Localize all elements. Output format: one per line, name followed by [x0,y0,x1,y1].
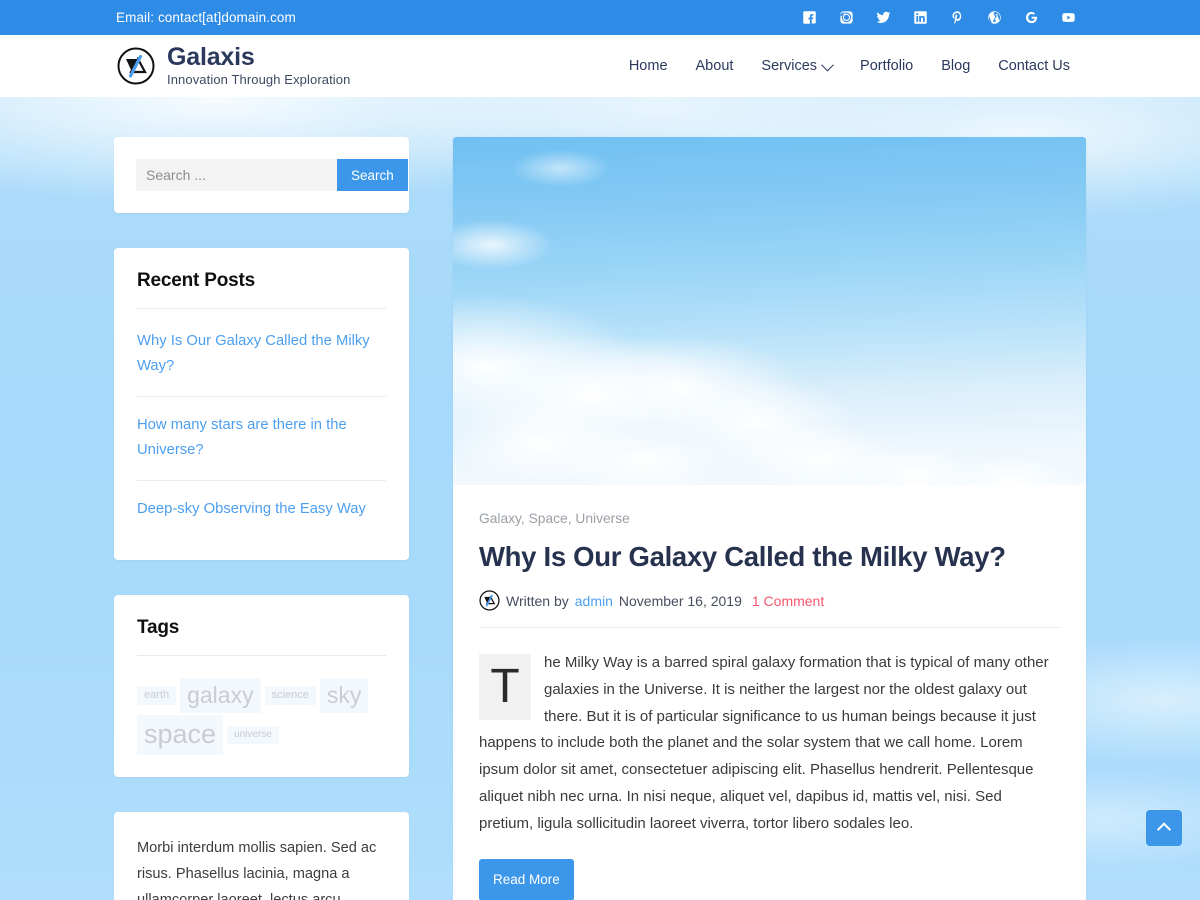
post-meta: Written by admin November 16, 2019 1 Com… [479,590,1060,628]
recent-post-link-1[interactable]: Why Is Our Galaxy Called the Milky Way? [137,313,386,396]
nav-item-contact-us: Contact Us [984,35,1084,97]
youtube-icon[interactable] [1061,10,1076,25]
recent-post-link-3[interactable]: Deep-sky Observing the Easy Way [137,481,386,538]
recent-posts-widget: Recent Posts Why Is Our Galaxy Called th… [114,248,409,560]
search-widget: Search [114,137,409,213]
search-button[interactable]: Search [337,159,408,191]
contact-email: Email: contact[at]domain.com [116,10,296,25]
search-form: Search [136,159,387,191]
recent-posts-title: Recent Posts [137,270,386,309]
nav-label-services: Services [761,35,817,97]
primary-content: Galaxy, Space, Universe Why Is Our Galax… [453,137,1086,900]
read-more-button[interactable]: Read More [479,859,574,900]
galaxis-avatar-icon [479,590,500,611]
twitter-icon[interactable] [876,10,891,25]
tag-cloud: earth galaxy science sky space universe [137,660,386,755]
text-widget: Morbi interdum mollis sapien. Sed ac ris… [114,812,409,900]
recent-post-link-2[interactable]: How many stars are there in the Universe… [137,397,386,480]
post-article: Galaxy, Space, Universe Why Is Our Galax… [453,137,1086,900]
facebook-icon[interactable] [802,10,817,25]
post-body: Galaxy, Space, Universe Why Is Our Galax… [453,485,1086,900]
post-content: T he Milky Way is a barred spiral galaxy… [479,628,1060,900]
post-comments-link[interactable]: 1 Comment [752,593,824,609]
list-item: Why Is Our Galaxy Called the Milky Way? [137,313,386,397]
tag-earth[interactable]: earth [137,686,176,706]
site-header: Galaxis Innovation Through Exploration H… [0,35,1200,97]
post-paragraph: he Milky Way is a barred spiral galaxy f… [479,654,1049,831]
tag-universe[interactable]: universe [227,726,279,745]
post-categories: Galaxy, Space, Universe [479,511,1060,526]
linkedin-icon[interactable] [913,10,928,25]
nav-link-home[interactable]: Home [615,35,682,97]
category-link-list[interactable]: Galaxy, Space, Universe [479,511,630,526]
nav-link-services[interactable]: Services [747,35,846,97]
nav-item-portfolio: Portfolio [846,35,927,97]
site-tagline: Innovation Through Exploration [167,72,350,88]
galaxis-logo-icon [116,46,156,86]
featured-image [453,137,1086,485]
tags-title: Tags [137,617,386,656]
chevron-up-icon [1157,822,1171,836]
nav-link-about[interactable]: About [682,35,748,97]
content-area: Search Recent Posts Why Is Our Galaxy Ca… [0,97,1200,900]
list-item: How many stars are there in the Universe… [137,397,386,481]
scroll-to-top-button[interactable] [1146,810,1182,846]
chevron-down-icon [821,58,834,71]
tag-space[interactable]: space [137,715,223,755]
post-date: November 16, 2019 [619,593,742,609]
nav-item-about: About [682,35,748,97]
site-title: Galaxis [167,44,350,70]
drop-cap: T [479,654,531,720]
nav-link-blog[interactable]: Blog [927,35,984,97]
nav-list: Home About Services Portfolio Blog Conta… [615,35,1084,97]
text-widget-body: Morbi interdum mollis sapien. Sed ac ris… [137,834,386,900]
tag-sky[interactable]: sky [320,678,369,713]
tag-science[interactable]: science [265,686,316,706]
main-navigation: Home About Services Portfolio Blog Conta… [615,35,1084,97]
nav-item-home: Home [615,35,682,97]
nav-link-portfolio[interactable]: Portfolio [846,35,927,97]
top-utility-bar: Email: contact[at]domain.com [0,0,1200,35]
sidebar: Search Recent Posts Why Is Our Galaxy Ca… [114,137,409,900]
list-item: Deep-sky Observing the Easy Way [137,481,386,538]
post-author-link[interactable]: admin [575,593,613,609]
wordpress-icon[interactable] [987,10,1002,25]
tag-galaxy[interactable]: galaxy [180,678,260,713]
nav-item-blog: Blog [927,35,984,97]
nav-item-services: Services [747,35,846,97]
google-icon[interactable] [1024,10,1039,25]
instagram-icon[interactable] [839,10,854,25]
recent-posts-list: Why Is Our Galaxy Called the Milky Way? … [137,313,386,538]
search-input[interactable] [136,159,337,191]
site-branding[interactable]: Galaxis Innovation Through Exploration [116,44,350,88]
written-by-label: Written by [506,593,569,609]
nav-link-contact-us[interactable]: Contact Us [984,35,1084,97]
tags-widget: Tags earth galaxy science sky space univ… [114,595,409,777]
social-links [802,10,1084,25]
pinterest-icon[interactable] [950,10,965,25]
post-title: Why Is Our Galaxy Called the Milky Way? [479,540,1060,574]
